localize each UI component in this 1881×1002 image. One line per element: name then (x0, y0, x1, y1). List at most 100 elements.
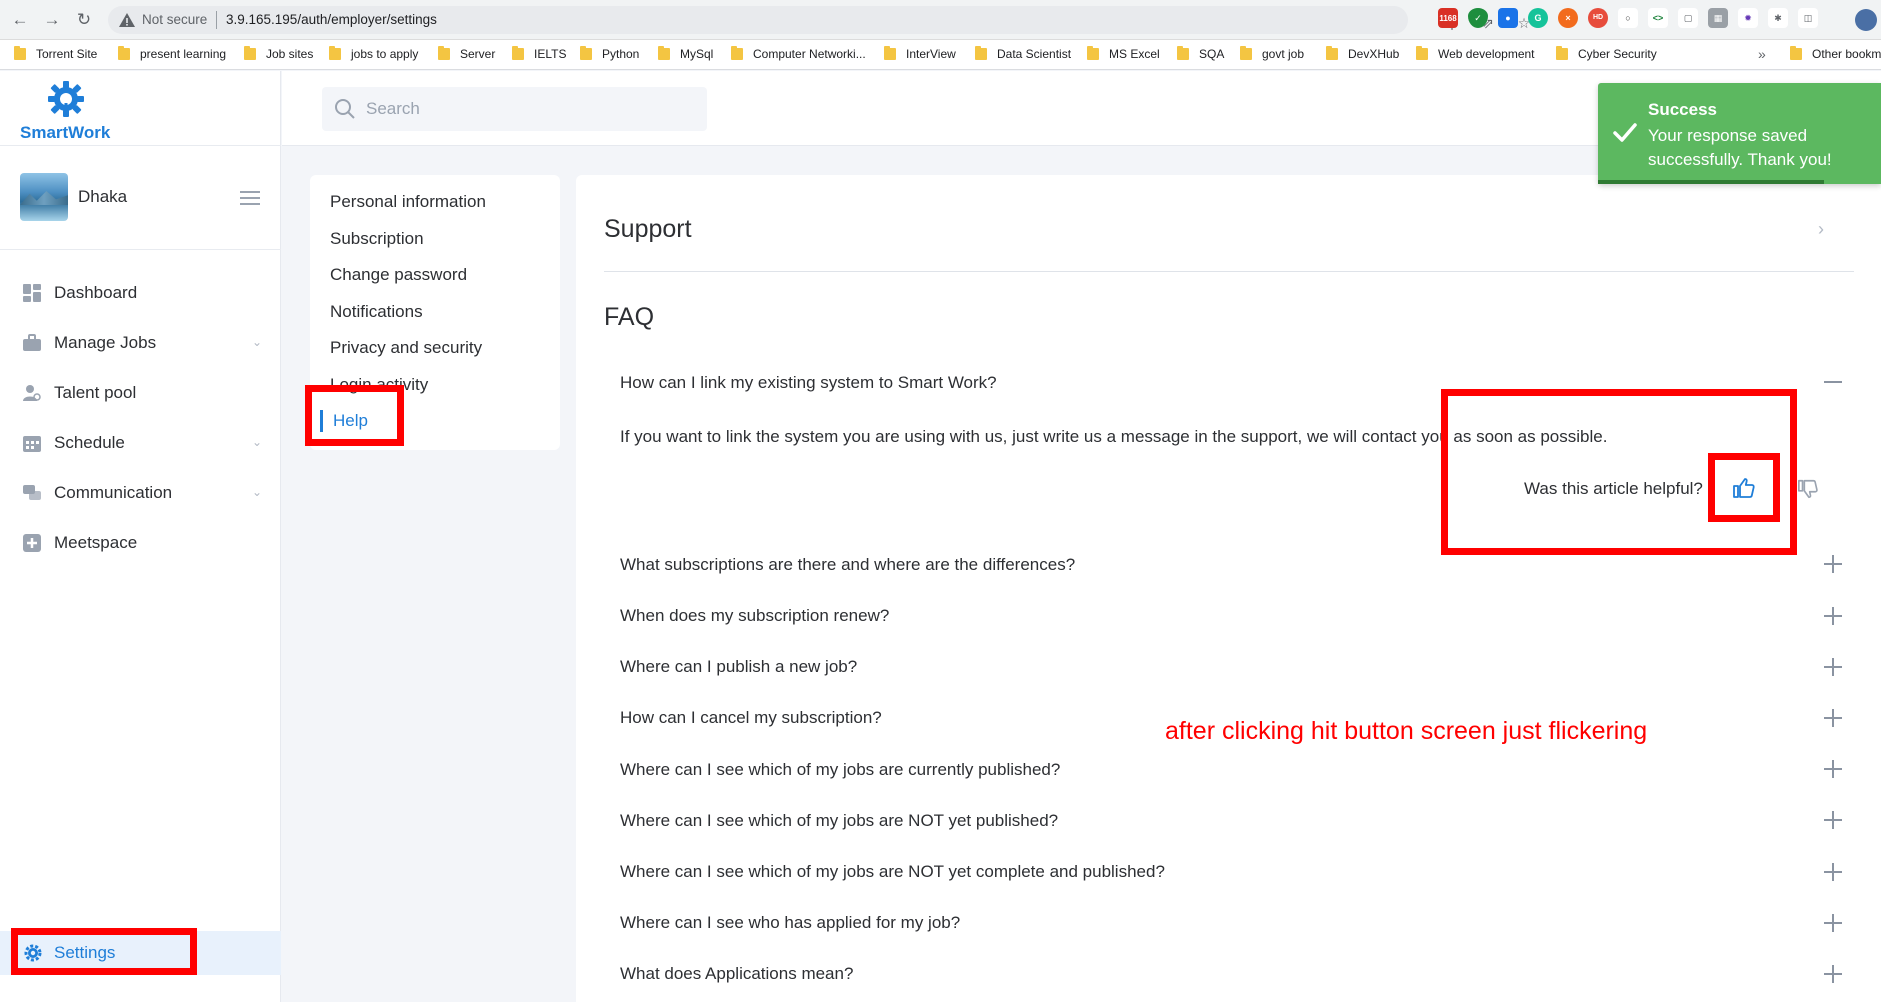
nav-communication[interactable]: Communication ⌄ (22, 479, 262, 507)
settings-menu-item-notifications[interactable]: Notifications (330, 302, 423, 322)
grey-extension-icon[interactable]: ▦ (1708, 8, 1728, 28)
x-extension-icon[interactable]: × (1558, 8, 1578, 28)
gear-logo-icon (48, 81, 84, 117)
screenshot-extension-icon[interactable]: ▢ (1678, 8, 1698, 28)
expand-icon[interactable] (1824, 863, 1842, 881)
divider (0, 249, 281, 250)
nav-label: Schedule (54, 433, 125, 452)
brand-name: SmartWork (20, 123, 111, 142)
bookmark-item[interactable]: jobs to apply (329, 46, 418, 61)
nav-label: Dashboard (54, 283, 138, 302)
settings-menu-item-change-password[interactable]: Change password (330, 265, 467, 285)
faq-question[interactable]: What subscriptions are there and where a… (620, 555, 1820, 575)
toast-message: Your response saved successfully. Thank … (1648, 126, 1832, 169)
expand-icon[interactable] (1824, 607, 1842, 625)
faq-question[interactable]: What does Applications mean? (620, 964, 1820, 984)
folder-icon (118, 46, 130, 60)
divider (604, 271, 1854, 272)
chevron-down-icon[interactable]: ⌄ (252, 335, 262, 349)
bookmark-item[interactable]: Python (580, 46, 639, 61)
faq-question[interactable]: Where can I see which of my jobs are NOT… (620, 862, 1820, 882)
address-bar[interactable]: Not secure 3.9.165.195/auth/employer/set… (108, 6, 1530, 34)
chevron-down-icon[interactable]: ⌄ (252, 435, 262, 449)
bookmark-item[interactable]: InterView (884, 46, 956, 61)
url-text[interactable]: 3.9.165.195/auth/employer/settings (226, 12, 437, 27)
bookmark-item[interactable]: Computer Networki... (731, 46, 866, 61)
divider (0, 145, 281, 146)
collapse-icon[interactable] (1824, 373, 1842, 391)
settings-menu-item-personal-information[interactable]: Personal information (330, 192, 486, 212)
grammarly-icon[interactable]: G (1528, 8, 1548, 28)
folder-icon (1556, 46, 1568, 60)
more-bookmarks-button[interactable]: » (1758, 46, 1766, 62)
search-input[interactable] (322, 87, 707, 131)
expand-icon[interactable] (1824, 760, 1842, 778)
thumbs-down-icon (1798, 479, 1818, 498)
sidepanel-icon[interactable]: ◫ (1798, 8, 1818, 28)
bookmark-item[interactable]: IELTS (512, 46, 566, 61)
bookmark-item[interactable]: MS Excel (1087, 46, 1160, 61)
bookmark-item[interactable]: MySql (658, 46, 713, 61)
faq-question[interactable]: Where can I see who has applied for my j… (620, 913, 1820, 933)
nav-dashboard[interactable]: Dashboard (22, 279, 262, 307)
expand-icon[interactable] (1824, 811, 1842, 829)
folder-icon (1087, 46, 1099, 60)
bookmark-item[interactable]: present learning (118, 46, 226, 61)
settings-menu-item-subscription[interactable]: Subscription (330, 229, 424, 249)
thumbs-down-button[interactable] (1793, 475, 1823, 505)
nav-talent-pool[interactable]: Talent pool (22, 379, 262, 407)
bookmark-item[interactable]: Server (438, 46, 495, 61)
chevron-right-icon[interactable]: › (1818, 219, 1824, 240)
nav-manage-jobs[interactable]: Manage Jobs ⌄ (22, 329, 262, 357)
folder-icon (731, 46, 743, 60)
expand-icon[interactable] (1824, 555, 1842, 573)
gear-extension-icon[interactable]: ✹ (1738, 8, 1758, 28)
back-icon[interactable]: ← (10, 10, 30, 30)
bookmark-item[interactable]: Web development (1416, 46, 1535, 61)
dashboard-icon (23, 284, 41, 302)
red-extension-icon[interactable]: HD (1588, 8, 1608, 28)
expand-icon[interactable] (1824, 914, 1842, 932)
profile-avatar[interactable] (1855, 9, 1877, 31)
user-name: Dhaka (78, 187, 128, 206)
chevron-down-icon[interactable]: ⌄ (252, 485, 262, 499)
expand-icon[interactable] (1824, 658, 1842, 676)
annotation-note: after clicking hit button screen just fl… (1165, 717, 1648, 745)
annotation-box-settings (11, 928, 197, 975)
forward-icon[interactable]: → (42, 10, 62, 30)
menu-toggle-icon[interactable] (240, 191, 260, 205)
check-icon (1613, 123, 1637, 142)
support-panel: Support › FAQ How can I link my existing… (576, 175, 1881, 1002)
folder-icon (658, 46, 670, 60)
gmail-icon[interactable]: 1168 (1438, 8, 1458, 28)
faq-question[interactable]: Where can I see which of my jobs are NOT… (620, 811, 1820, 831)
nav-schedule[interactable]: Schedule ⌄ (22, 429, 262, 457)
puzzle-icon[interactable]: ✱ (1768, 8, 1788, 28)
bookmark-item[interactable]: Data Scientist (975, 46, 1071, 61)
bookmark-item[interactable]: Cyber Security (1556, 46, 1657, 61)
faq-question[interactable]: When does my subscription renew? (620, 606, 1820, 626)
bookmark-item[interactable]: Job sites (244, 46, 313, 61)
expand-icon[interactable] (1824, 709, 1842, 727)
nav-label: Talent pool (54, 383, 137, 402)
bookmark-item[interactable]: DevXHub (1326, 46, 1399, 61)
settings-menu-item-privacy[interactable]: Privacy and security (330, 338, 482, 358)
search-icon (335, 99, 355, 119)
expand-icon[interactable] (1824, 965, 1842, 983)
app-logo[interactable]: SmartWork (20, 79, 120, 142)
bookmark-item[interactable]: SQA (1177, 46, 1224, 61)
faq-question[interactable]: Where can I publish a new job? (620, 657, 1820, 677)
avatar[interactable] (20, 173, 68, 221)
other-bookmarks[interactable]: Other bookm (1790, 46, 1881, 61)
bookmark-item[interactable]: govt job (1240, 46, 1304, 61)
mouse-extension-icon[interactable]: ○ (1618, 8, 1638, 28)
droplet-extension-icon[interactable]: ● (1498, 8, 1518, 28)
faq-question[interactable]: Where can I see which of my jobs are cur… (620, 760, 1820, 780)
success-toast[interactable]: Success Your response saved successfully… (1598, 83, 1881, 184)
shield-extension-icon[interactable]: ✓ (1468, 8, 1488, 28)
nav-meetspace[interactable]: Meetspace (22, 529, 262, 557)
code-extension-icon[interactable]: <> (1648, 8, 1668, 28)
reload-icon[interactable]: ↻ (74, 10, 94, 30)
bookmark-item[interactable]: Torrent Site (14, 46, 97, 61)
toast-title: Success (1648, 100, 1717, 119)
